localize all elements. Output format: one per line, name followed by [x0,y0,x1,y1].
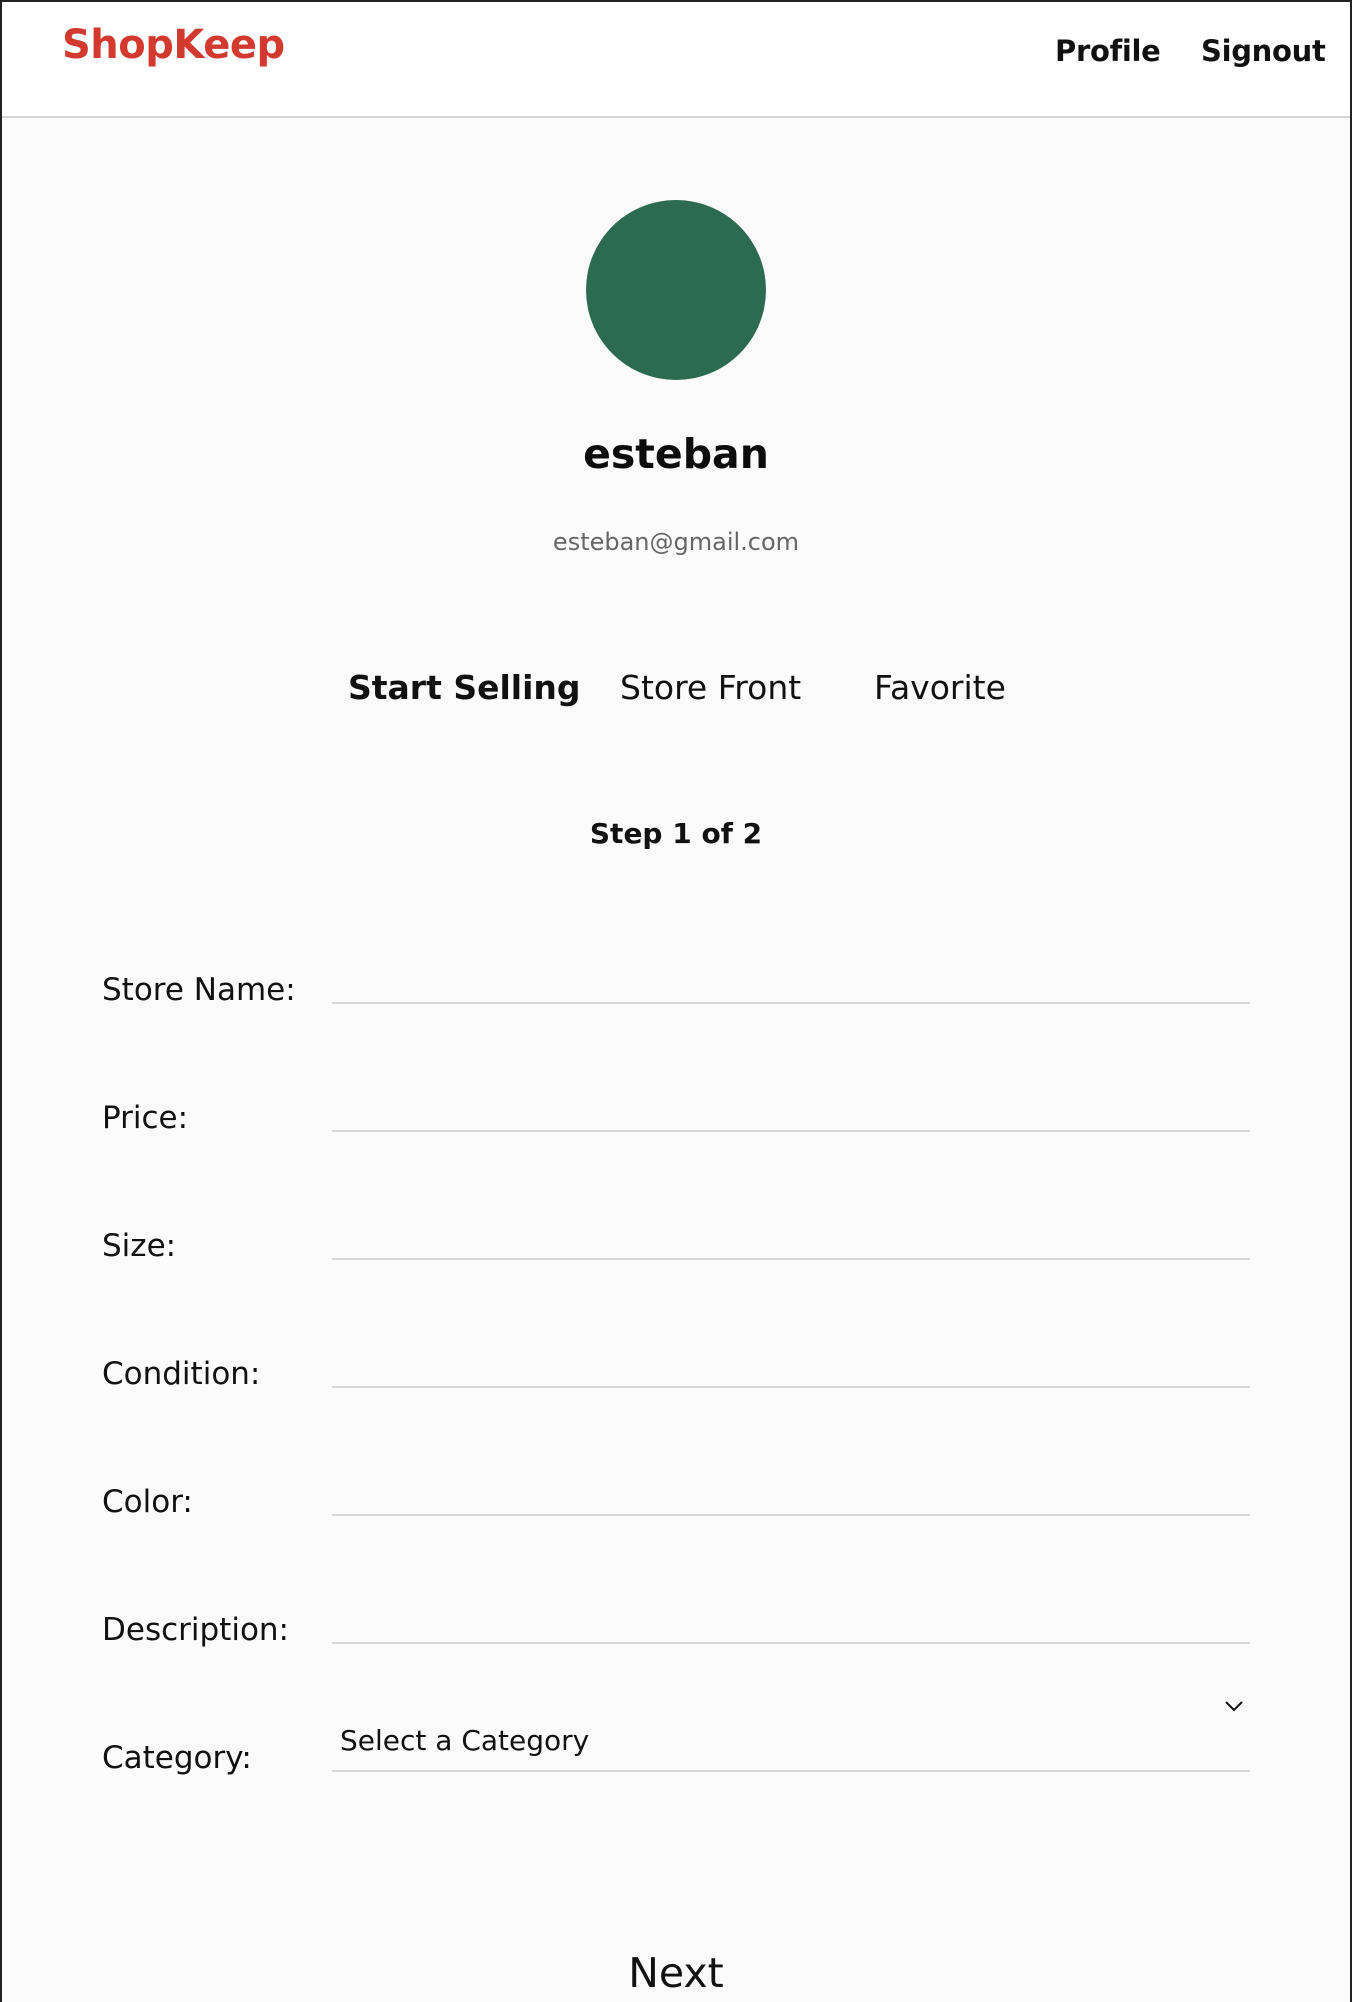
condition-row: Condition: [0,1342,1352,1456]
tab-favorite[interactable]: Favorite [874,668,1006,707]
chevron-down-icon[interactable] [1222,1694,1246,1718]
category-select[interactable]: Select a Category [332,1701,1250,1772]
size-label: Size: [102,1228,177,1264]
store-name-label: Store Name: [102,972,296,1008]
condition-label: Condition: [102,1356,261,1392]
shopkeep-logo[interactable]: ShopKeep [62,22,285,68]
category-row: Category: Select a Category [0,1701,1352,1840]
top-navbar: ShopKeep Profile Signout [0,0,1352,118]
price-input[interactable] [332,1086,1250,1132]
store-name-input[interactable] [332,958,1250,1004]
color-input[interactable] [332,1470,1250,1516]
profile-link[interactable]: Profile [1055,34,1161,68]
price-row: Price: [0,1086,1352,1200]
category-selected-value: Select a Category [340,1724,590,1757]
profile-email: esteban@gmail.com [552,528,800,556]
size-row: Size: [0,1214,1352,1328]
category-label: Category: [102,1740,252,1776]
color-label: Color: [102,1484,193,1520]
size-input[interactable] [332,1214,1250,1260]
color-row: Color: [0,1470,1352,1584]
tab-store-front[interactable]: Store Front [620,668,801,707]
profile-username: esteban [583,430,769,478]
description-input[interactable] [332,1598,1250,1644]
tab-start-selling[interactable]: Start Selling [348,668,581,707]
store-name-row: Store Name: [0,958,1352,1072]
condition-input[interactable] [332,1342,1250,1388]
signout-link[interactable]: Signout [1201,34,1326,68]
description-row: Description: [0,1598,1352,1712]
step-indicator: Step 1 of 2 [589,817,763,850]
price-label: Price: [102,1100,189,1136]
avatar [586,200,766,380]
description-label: Description: [102,1612,289,1648]
next-button[interactable]: Next [576,1944,776,2002]
